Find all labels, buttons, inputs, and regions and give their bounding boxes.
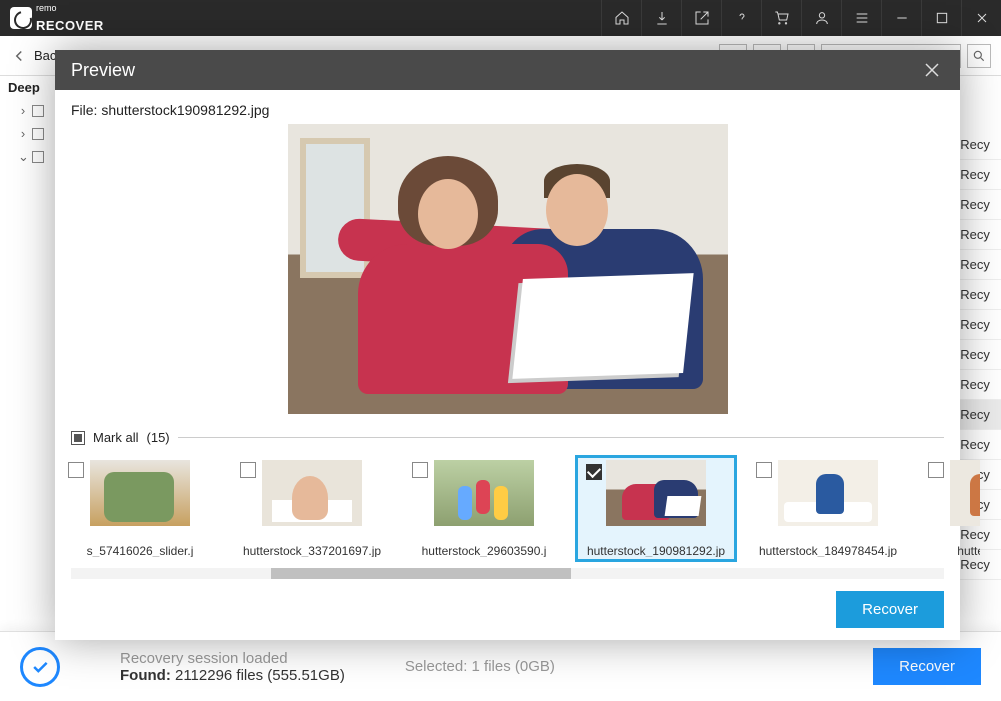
thumbnail-checkbox[interactable] — [240, 462, 256, 478]
thumbnail-label: hutterstock_184978454.jp — [759, 544, 897, 557]
mark-all-row: Mark all (15) — [55, 424, 960, 451]
thumbnail-image[interactable] — [778, 460, 878, 526]
user-icon[interactable] — [801, 0, 841, 36]
status-check-icon — [20, 647, 60, 687]
cart-icon[interactable] — [761, 0, 801, 36]
download-icon[interactable] — [641, 0, 681, 36]
file-prefix: File: — [71, 102, 101, 118]
thumbnail-label: hutterstock_184 — [957, 544, 980, 557]
titlebar: remo RECOVER — [0, 0, 1001, 36]
thumbnail[interactable]: hutterstock_184978454.jp — [747, 455, 909, 562]
recover-main-button[interactable]: Recover — [873, 648, 981, 685]
thumbnail-image[interactable] — [434, 460, 534, 526]
found-value: 2112296 files (555.51GB) — [175, 667, 345, 684]
dialog-recover-button[interactable]: Recover — [836, 591, 944, 628]
divider — [178, 437, 944, 438]
thumbnail-label: s_57416026_slider.j — [87, 544, 194, 557]
preview-dialog: Preview File: shutterstock190981292.jpg … — [55, 50, 960, 640]
dialog-close-icon[interactable] — [920, 58, 944, 82]
thumbnail-image[interactable] — [950, 460, 980, 526]
thumbnail[interactable]: hutterstock_190981292.jp — [575, 455, 737, 562]
dialog-header: Preview — [55, 50, 960, 90]
thumbnail-checkbox[interactable] — [756, 462, 772, 478]
thumbnail-image[interactable] — [90, 460, 190, 526]
thumbnail[interactable]: hutterstock_184 — [919, 455, 980, 562]
thumbnail-label: hutterstock_190981292.jp — [587, 544, 725, 557]
thumbnail-checkbox[interactable] — [586, 464, 602, 480]
thumbnail-label: hutterstock_337201697.jp — [243, 544, 381, 557]
scrollbar-thumb[interactable] — [271, 568, 571, 579]
thumbnail-checkbox[interactable] — [412, 462, 428, 478]
mark-all-checkbox[interactable] — [71, 431, 85, 445]
logo-text: RECOVER — [36, 18, 104, 33]
thumbnail-strip[interactable]: s_57416026_slider.j hutterstock_337201697… — [59, 451, 980, 562]
logo-mark-icon — [10, 7, 32, 29]
thumbnail-checkbox[interactable] — [928, 462, 944, 478]
mark-all-count: (15) — [147, 430, 170, 445]
file-line: File: shutterstock190981292.jpg — [55, 90, 960, 124]
status-bar: Recovery session loaded Found: 2112296 f… — [0, 631, 1001, 701]
preview-image — [288, 124, 728, 414]
thumbnail-checkbox[interactable] — [68, 462, 84, 478]
back-arrow-icon[interactable] — [10, 47, 28, 65]
logo-super: remo — [36, 3, 57, 13]
status-text: Recovery session loaded Found: 2112296 f… — [120, 650, 345, 684]
file-name: shutterstock190981292.jpg — [101, 102, 269, 118]
thumbnail-image[interactable] — [606, 460, 706, 526]
dialog-title: Preview — [71, 60, 135, 81]
app-logo: remo RECOVER — [0, 3, 104, 33]
export-icon[interactable] — [681, 0, 721, 36]
found-label: Found: — [120, 667, 171, 684]
search-icon[interactable] — [967, 44, 991, 68]
home-icon[interactable] — [601, 0, 641, 36]
thumbnail-image[interactable] — [262, 460, 362, 526]
help-icon[interactable] — [721, 0, 761, 36]
menu-icon[interactable] — [841, 0, 881, 36]
thumbnail[interactable]: hutterstock_337201697.jp — [231, 455, 393, 562]
main-preview — [55, 124, 960, 424]
minimize-icon[interactable] — [881, 0, 921, 36]
thumbnail[interactable]: hutterstock_29603590.j — [403, 455, 565, 562]
maximize-icon[interactable] — [921, 0, 961, 36]
session-line: Recovery session loaded — [120, 650, 345, 667]
thumbnail-scrollbar[interactable] — [71, 568, 944, 579]
thumbnail-label: hutterstock_29603590.j — [422, 544, 547, 557]
mark-all-label[interactable]: Mark all — [93, 430, 139, 445]
close-icon[interactable] — [961, 0, 1001, 36]
dialog-footer: Recover — [55, 579, 960, 640]
thumbnail[interactable]: s_57416026_slider.j — [59, 455, 221, 562]
titlebar-buttons — [601, 0, 1001, 36]
selected-label: Selected: 1 files (0GB) — [405, 658, 555, 675]
